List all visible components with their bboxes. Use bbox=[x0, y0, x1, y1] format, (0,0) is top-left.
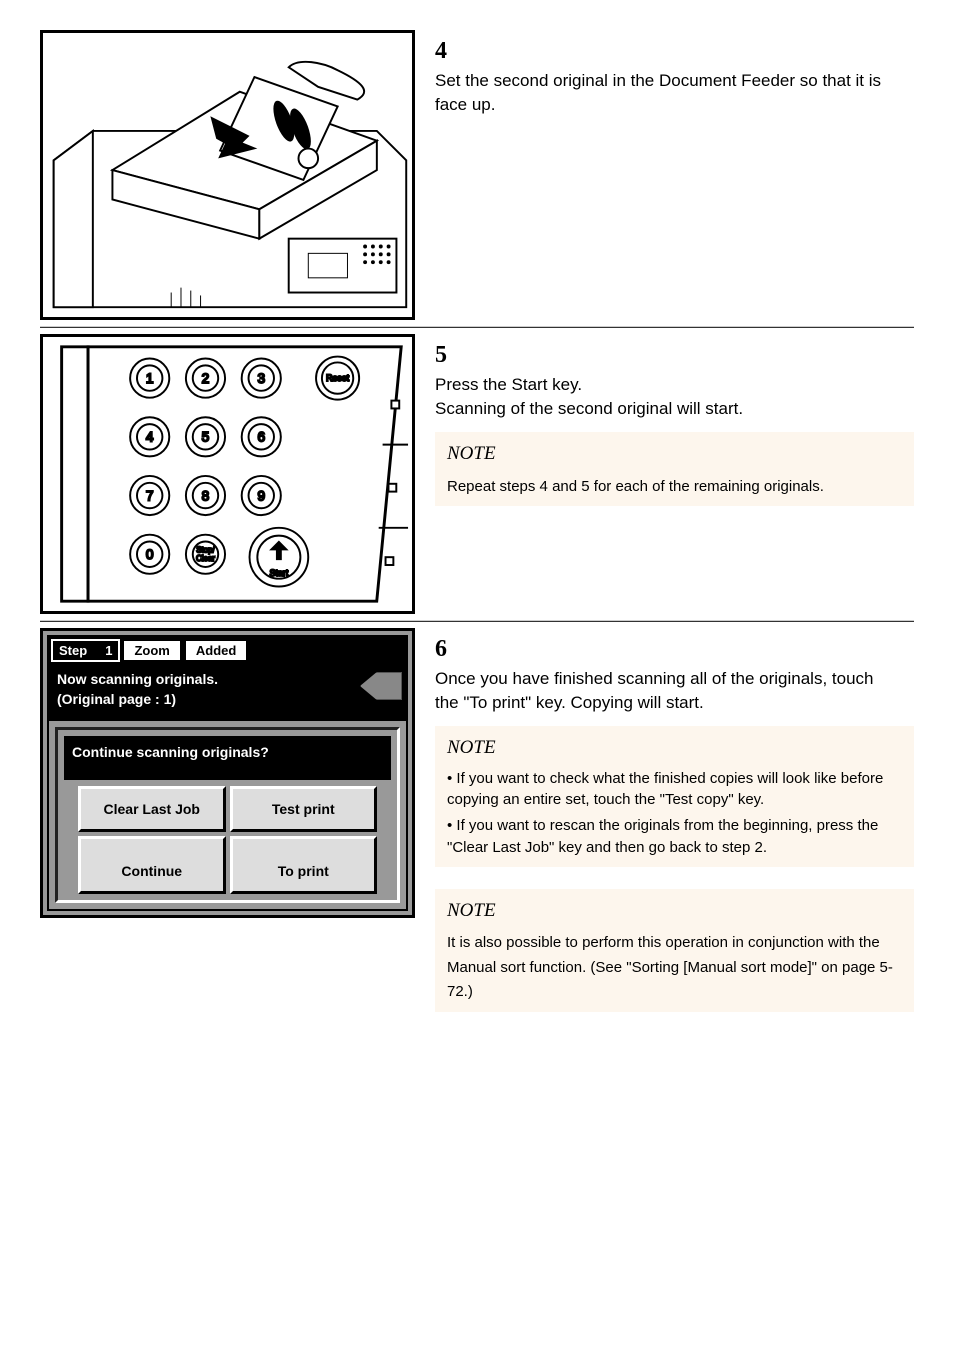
svg-text:6: 6 bbox=[257, 430, 265, 445]
step5-note-text: Repeat steps 4 and 5 for each of the rem… bbox=[447, 478, 824, 495]
note-label: NOTE bbox=[447, 440, 902, 468]
step5-text-line1: Press the Start key. bbox=[435, 375, 582, 394]
step5-note: NOTE Repeat steps 4 and 5 for each of th… bbox=[435, 432, 914, 506]
figure-feeder bbox=[40, 30, 415, 320]
svg-text:3: 3 bbox=[257, 371, 265, 386]
test-print-button[interactable]: Test print bbox=[230, 786, 378, 832]
step4-text: Set the second original in the Document … bbox=[435, 69, 886, 118]
svg-text:4: 4 bbox=[146, 430, 154, 445]
step6-note1-line2: • If you want to rescan the originals fr… bbox=[447, 815, 902, 859]
svg-text:Stop/: Stop/ bbox=[196, 545, 215, 554]
step5-number: 5 bbox=[435, 338, 459, 373]
svg-text:Reset: Reset bbox=[326, 373, 350, 383]
svg-text:5: 5 bbox=[202, 430, 210, 445]
separator bbox=[40, 326, 914, 328]
step6-note2: NOTE It is also possible to perform this… bbox=[435, 889, 914, 1012]
step5-text-line2: Scanning of the second original will sta… bbox=[435, 399, 743, 418]
clear-last-job-button[interactable]: Clear Last Job bbox=[78, 786, 226, 832]
step6-number: 6 bbox=[435, 632, 459, 667]
svg-text:2: 2 bbox=[202, 371, 210, 386]
step4-number: 4 bbox=[435, 34, 459, 69]
screen-message: Now scanning originals. (Original page :… bbox=[49, 664, 406, 721]
note-label: NOTE bbox=[447, 734, 902, 762]
separator bbox=[40, 620, 914, 622]
svg-text:7: 7 bbox=[146, 488, 154, 503]
screen-tab-zoom[interactable]: Zoom bbox=[122, 639, 181, 662]
svg-text:0: 0 bbox=[146, 547, 154, 562]
screen-step-label: Step 1 bbox=[51, 639, 120, 662]
back-arrow-icon[interactable] bbox=[360, 672, 402, 700]
svg-text:8: 8 bbox=[202, 488, 210, 503]
svg-text:1: 1 bbox=[146, 371, 154, 386]
continue-button[interactable]: Continue bbox=[78, 836, 226, 894]
figure-screen: Step 1 Zoom Added Now scanning originals… bbox=[40, 628, 415, 918]
screen-prompt: Continue scanning originals? bbox=[64, 736, 391, 780]
step6-text: Once you have finished scanning all of t… bbox=[435, 667, 886, 716]
step6-note1-line1: • If you want to check what the finished… bbox=[447, 768, 902, 812]
step6-note2-text: It is also possible to perform this oper… bbox=[447, 934, 893, 1000]
step6-note1: NOTE • If you want to check what the fin… bbox=[435, 726, 914, 867]
svg-text:9: 9 bbox=[257, 488, 265, 503]
to-print-button[interactable]: To print bbox=[230, 836, 378, 894]
note-label: NOTE bbox=[447, 897, 902, 925]
figure-keypad: 1 2 3 Reset 4 5 6 7 8 9 0 Stop/Clear bbox=[40, 334, 415, 614]
screen-tab-added[interactable]: Added bbox=[184, 639, 248, 662]
svg-text:Clear: Clear bbox=[196, 554, 215, 563]
svg-text:Start: Start bbox=[270, 568, 289, 578]
